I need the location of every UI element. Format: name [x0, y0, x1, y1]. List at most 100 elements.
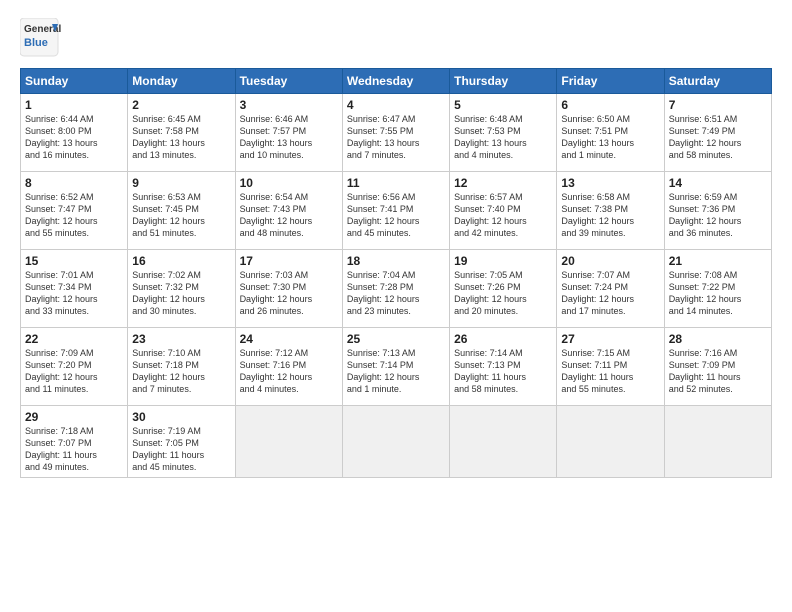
day-number: 20 — [561, 254, 659, 268]
calendar-cell: 4 Sunrise: 6:47 AMSunset: 7:55 PMDaylight… — [342, 94, 449, 172]
calendar-cell: 27 Sunrise: 7:15 AMSunset: 7:11 PMDayligh… — [557, 328, 664, 406]
day-number: 11 — [347, 176, 445, 190]
day-info: Sunrise: 6:46 AMSunset: 7:57 PMDaylight:… — [240, 114, 313, 160]
page-header: General Blue — [20, 18, 772, 58]
day-number: 21 — [669, 254, 767, 268]
calendar-cell: 23Sunrise: 7:10 AMSunset: 7:18 PMDayligh… — [128, 328, 235, 406]
svg-text:Blue: Blue — [24, 37, 48, 49]
calendar-cell — [235, 406, 342, 478]
calendar-cell: 25 Sunrise: 7:13 AMSunset: 7:14 PMDayligh… — [342, 328, 449, 406]
day-number: 19 — [454, 254, 552, 268]
weekday-header-friday: Friday — [557, 69, 664, 94]
day-number: 12 — [454, 176, 552, 190]
day-info: Sunrise: 6:57 AMSunset: 7:40 PMDaylight:… — [454, 192, 527, 238]
day-number: 7 — [669, 98, 767, 112]
day-number: 6 — [561, 98, 659, 112]
calendar-cell: 12 Sunrise: 6:57 AMSunset: 7:40 PMDayligh… — [450, 172, 557, 250]
weekday-header-thursday: Thursday — [450, 69, 557, 94]
day-number: 22 — [25, 332, 123, 346]
day-info: Sunrise: 7:16 AMSunset: 7:09 PMDaylight:… — [669, 348, 741, 394]
day-number: 8 — [25, 176, 123, 190]
day-number: 26 — [454, 332, 552, 346]
day-info: Sunrise: 7:02 AMSunset: 7:32 PMDaylight:… — [132, 270, 205, 316]
calendar-cell: 1 Sunrise: 6:44 AMSunset: 8:00 PMDaylight… — [21, 94, 128, 172]
day-info: Sunrise: 6:56 AMSunset: 7:41 PMDaylight:… — [347, 192, 420, 238]
day-info: Sunrise: 7:09 AMSunset: 7:20 PMDaylight:… — [25, 348, 98, 394]
calendar-cell: 16 Sunrise: 7:02 AMSunset: 7:32 PMDayligh… — [128, 250, 235, 328]
day-number: 15 — [25, 254, 123, 268]
calendar-cell: 2 Sunrise: 6:45 AMSunset: 7:58 PMDaylight… — [128, 94, 235, 172]
day-info: Sunrise: 6:54 AMSunset: 7:43 PMDaylight:… — [240, 192, 313, 238]
logo-svg: General Blue — [20, 18, 90, 58]
day-number: 30 — [132, 410, 230, 424]
day-number: 29 — [25, 410, 123, 424]
day-number: 24 — [240, 332, 338, 346]
calendar-cell: 14 Sunrise: 6:59 AMSunset: 7:36 PMDayligh… — [664, 172, 771, 250]
calendar-cell: 21 Sunrise: 7:08 AMSunset: 7:22 PMDayligh… — [664, 250, 771, 328]
day-info: Sunrise: 6:53 AMSunset: 7:45 PMDaylight:… — [132, 192, 205, 238]
calendar-cell: 22 Sunrise: 7:09 AMSunset: 7:20 PMDayligh… — [21, 328, 128, 406]
day-number: 14 — [669, 176, 767, 190]
day-info: Sunrise: 6:48 AMSunset: 7:53 PMDaylight:… — [454, 114, 527, 160]
day-number: 4 — [347, 98, 445, 112]
day-info: Sunrise: 7:18 AMSunset: 7:07 PMDaylight:… — [25, 426, 97, 472]
day-info: Sunrise: 7:04 AMSunset: 7:28 PMDaylight:… — [347, 270, 420, 316]
day-number: 23 — [132, 332, 230, 346]
calendar-cell: 18 Sunrise: 7:04 AMSunset: 7:28 PMDayligh… — [342, 250, 449, 328]
day-info: Sunrise: 7:19 AMSunset: 7:05 PMDaylight:… — [132, 426, 204, 472]
day-info: Sunrise: 6:58 AMSunset: 7:38 PMDaylight:… — [561, 192, 634, 238]
calendar-cell: 7 Sunrise: 6:51 AMSunset: 7:49 PMDaylight… — [664, 94, 771, 172]
day-info: Sunrise: 7:03 AMSunset: 7:30 PMDaylight:… — [240, 270, 313, 316]
calendar-cell — [664, 406, 771, 478]
calendar-cell: 3 Sunrise: 6:46 AMSunset: 7:57 PMDaylight… — [235, 94, 342, 172]
day-info: Sunrise: 6:59 AMSunset: 7:36 PMDaylight:… — [669, 192, 742, 238]
weekday-header-wednesday: Wednesday — [342, 69, 449, 94]
calendar-cell: 8 Sunrise: 6:52 AMSunset: 7:47 PMDaylight… — [21, 172, 128, 250]
day-info: Sunrise: 6:47 AMSunset: 7:55 PMDaylight:… — [347, 114, 420, 160]
day-number: 16 — [132, 254, 230, 268]
calendar-cell: 6 Sunrise: 6:50 AMSunset: 7:51 PMDaylight… — [557, 94, 664, 172]
day-number: 10 — [240, 176, 338, 190]
calendar-cell: 29 Sunrise: 7:18 AMSunset: 7:07 PMDayligh… — [21, 406, 128, 478]
calendar-cell — [450, 406, 557, 478]
calendar-cell: 17 Sunrise: 7:03 AMSunset: 7:30 PMDayligh… — [235, 250, 342, 328]
day-number: 1 — [25, 98, 123, 112]
day-info: Sunrise: 7:13 AMSunset: 7:14 PMDaylight:… — [347, 348, 420, 394]
weekday-header-sunday: Sunday — [21, 69, 128, 94]
day-number: 3 — [240, 98, 338, 112]
calendar-cell: 13 Sunrise: 6:58 AMSunset: 7:38 PMDayligh… — [557, 172, 664, 250]
calendar-table: SundayMondayTuesdayWednesdayThursdayFrid… — [20, 68, 772, 478]
day-info: Sunrise: 7:15 AMSunset: 7:11 PMDaylight:… — [561, 348, 633, 394]
day-number: 25 — [347, 332, 445, 346]
calendar-cell: 15 Sunrise: 7:01 AMSunset: 7:34 PMDayligh… — [21, 250, 128, 328]
day-number: 9 — [132, 176, 230, 190]
weekday-header-saturday: Saturday — [664, 69, 771, 94]
day-info: Sunrise: 6:51 AMSunset: 7:49 PMDaylight:… — [669, 114, 742, 160]
weekday-header-tuesday: Tuesday — [235, 69, 342, 94]
day-number: 2 — [132, 98, 230, 112]
calendar-cell: 20 Sunrise: 7:07 AMSunset: 7:24 PMDayligh… — [557, 250, 664, 328]
day-number: 13 — [561, 176, 659, 190]
day-info: Sunrise: 7:05 AMSunset: 7:26 PMDaylight:… — [454, 270, 527, 316]
day-info: Sunrise: 6:52 AMSunset: 7:47 PMDaylight:… — [25, 192, 98, 238]
calendar-cell: 10 Sunrise: 6:54 AMSunset: 7:43 PMDayligh… — [235, 172, 342, 250]
calendar-cell: 11 Sunrise: 6:56 AMSunset: 7:41 PMDayligh… — [342, 172, 449, 250]
day-number: 27 — [561, 332, 659, 346]
day-number: 28 — [669, 332, 767, 346]
logo: General Blue — [20, 18, 90, 58]
day-info: Sunrise: 6:45 AMSunset: 7:58 PMDaylight:… — [132, 114, 205, 160]
calendar-cell: 26Sunrise: 7:14 AMSunset: 7:13 PMDayligh… — [450, 328, 557, 406]
day-info: Sunrise: 7:01 AMSunset: 7:34 PMDaylight:… — [25, 270, 98, 316]
day-info: Sunrise: 7:07 AMSunset: 7:24 PMDaylight:… — [561, 270, 634, 316]
day-info: Sunrise: 6:50 AMSunset: 7:51 PMDaylight:… — [561, 114, 634, 160]
calendar-cell: 30 Sunrise: 7:19 AMSunset: 7:05 PMDayligh… — [128, 406, 235, 478]
day-number: 18 — [347, 254, 445, 268]
day-info: Sunrise: 7:08 AMSunset: 7:22 PMDaylight:… — [669, 270, 742, 316]
weekday-header-monday: Monday — [128, 69, 235, 94]
day-number: 17 — [240, 254, 338, 268]
calendar-cell — [342, 406, 449, 478]
day-info: Sunrise: 6:44 AMSunset: 8:00 PMDaylight:… — [25, 114, 98, 160]
calendar-cell — [557, 406, 664, 478]
calendar-cell: 24Sunrise: 7:12 AMSunset: 7:16 PMDayligh… — [235, 328, 342, 406]
calendar-cell: 5Sunrise: 6:48 AMSunset: 7:53 PMDaylight… — [450, 94, 557, 172]
